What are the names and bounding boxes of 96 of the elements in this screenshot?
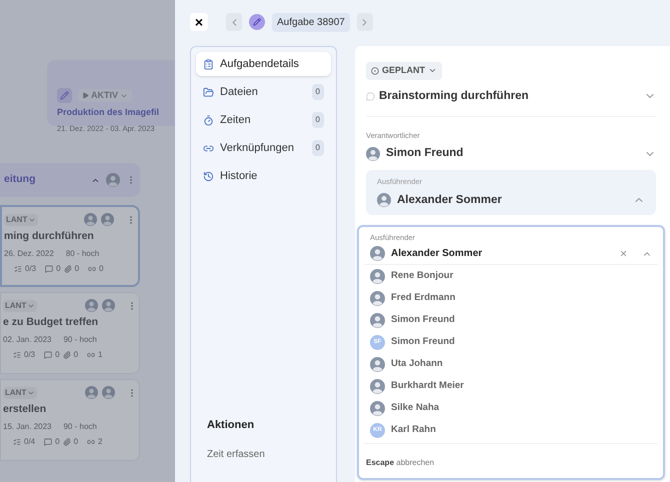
avatar-icon (370, 268, 385, 284)
option-item[interactable]: Uta Johann (364, 353, 658, 375)
checklist-icon (13, 438, 21, 446)
link-count: 0 (99, 262, 104, 275)
avatar-icon (370, 246, 385, 261)
due-date: 15. Jan. 2023 (3, 420, 52, 433)
responsible-name[interactable]: Simon Freund (386, 145, 638, 162)
checklist-count: 0/3 (24, 348, 36, 361)
nav-label: Historie (220, 168, 258, 184)
speech-bubble-icon (366, 92, 375, 101)
comment-icon (44, 438, 52, 446)
option-item[interactable]: Burkhardt Meier (364, 375, 658, 397)
next-button[interactable] (356, 13, 373, 31)
due-date: 26. Dez. 2022 (4, 248, 54, 260)
action-link[interactable]: Zeit erfassen (196, 447, 331, 462)
option-item[interactable]: Rene Bonjour (364, 265, 658, 287)
avatar-icon (370, 356, 385, 372)
nav-item[interactable]: Aufgabendetails (196, 52, 331, 76)
avatar-icon (102, 386, 115, 399)
avatar-icon (101, 213, 114, 226)
nav-item[interactable]: Zeiten 0 (196, 108, 331, 132)
task-title[interactable]: Brainstorming durchführen (379, 88, 640, 105)
comment-icon (44, 350, 52, 359)
avatar-icon (106, 173, 120, 187)
avatar-icon (370, 290, 385, 306)
project-title[interactable]: Produktion des Imagefil (57, 106, 175, 120)
avatar-icon (370, 378, 385, 394)
nav-label: Zeiten (220, 112, 252, 128)
attachment-count: 0 (74, 436, 78, 448)
task-card[interactable]: LANT e zu Budget treffen 02. Jan. 2023 90 - hoch 0/3 0 0 1 (0, 292, 140, 374)
link-icon (87, 438, 96, 446)
pencil-icon[interactable] (57, 88, 72, 103)
comment-count: 0 (55, 348, 60, 361)
priority: 90 - hoch (63, 334, 97, 346)
priority: 80 - hoch (66, 248, 100, 260)
pencil-icon (249, 14, 265, 30)
avatar-icon (85, 386, 98, 399)
task-card[interactable]: LANT erstellen 15. Jan. 2023 90 - hoch 0/4 0 0 2 (0, 379, 140, 461)
actions-heading: Aktionen (206, 418, 256, 432)
count-badge: 0 (312, 140, 324, 156)
close-button[interactable]: × (190, 13, 208, 31)
comment-count: 0 (56, 262, 61, 275)
task-card[interactable]: LANT ming durchführen 26. Dez. 2022 80 - hoch 0/3 0 0 0 (0, 205, 140, 287)
due-date: 02. Jan. 2023 (3, 334, 52, 346)
avatar-icon (370, 312, 385, 328)
nav-label: Dateien (220, 84, 259, 100)
clipboard-icon (203, 58, 214, 70)
avatar-icon (366, 146, 380, 161)
play-icon (82, 92, 89, 99)
nav-label: Aufgabendetails (220, 56, 300, 72)
paperclip-icon (64, 264, 72, 273)
status-dot-icon (371, 66, 379, 75)
checklist-icon (14, 264, 22, 273)
history-icon (203, 170, 214, 182)
previous-button[interactable] (226, 13, 242, 31)
nav-item[interactable]: Verknüpfungen 0 (196, 136, 331, 160)
option-item[interactable]: Fred Erdmann (364, 287, 658, 309)
nav-item[interactable]: Dateien 0 (196, 80, 331, 104)
avatar-icon (85, 299, 98, 312)
checklist-count: 0/4 (24, 436, 36, 448)
project-card[interactable] (47, 60, 175, 126)
checklist-count: 0/3 (25, 262, 36, 275)
column-title: eitung (4, 172, 36, 188)
attachment-count: 0 (74, 348, 78, 361)
nav-label: Verknüpfungen (220, 140, 296, 156)
selected-value: Alexander Sommer (391, 247, 484, 261)
attachment-count: 0 (74, 262, 80, 275)
count-badge: 0 (312, 84, 324, 100)
status-dropdown[interactable]: GEPLANT (366, 62, 442, 80)
comment-icon (45, 264, 54, 273)
escape-hint: Escape abbrechen (366, 458, 434, 467)
checklist-icon (13, 350, 21, 359)
count-badge: 0 (312, 112, 324, 128)
option-item[interactable]: Silke Naha (364, 397, 658, 419)
link-count: 1 (98, 348, 102, 361)
nav-item[interactable]: Historie (196, 164, 331, 188)
card-title: ming durchführen (4, 229, 95, 244)
option-item[interactable]: Simon Freund (364, 309, 658, 331)
comment-count: 0 (55, 436, 60, 448)
link-icon (88, 264, 96, 273)
card-title: e zu Budget treffen (3, 315, 100, 330)
clear-icon[interactable] (619, 249, 628, 258)
folder-icon (203, 86, 214, 98)
priority: 90 - hoch (63, 420, 97, 433)
executor-name: Alexander Sommer (397, 192, 503, 208)
task-id-badge: Aufgabe 38907 (272, 12, 350, 32)
stopwatch-icon (203, 114, 214, 126)
avatar-icon (102, 299, 115, 312)
link-icon (87, 350, 96, 359)
avatar-icon (370, 400, 385, 416)
paperclip-icon (62, 438, 71, 446)
avatar-icon (377, 193, 391, 208)
link-count: 2 (98, 436, 102, 448)
paperclip-icon (62, 350, 71, 359)
avatar-icon (84, 213, 97, 226)
card-title: erstellen (3, 402, 48, 417)
